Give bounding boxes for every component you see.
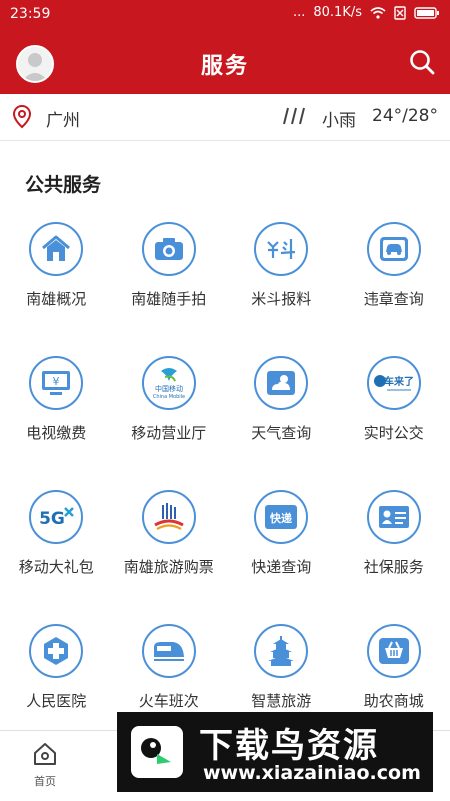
tab-home[interactable]: 首页	[20, 741, 70, 789]
id-card-icon	[367, 490, 421, 544]
watermark-url: www.xiazainiao.com	[203, 762, 421, 784]
service-label: 火车班次	[139, 690, 199, 711]
page-title: 服务	[0, 48, 450, 80]
watermark-title: 下载鸟资源	[199, 718, 379, 767]
camera-icon	[142, 222, 196, 276]
service-label: 助农商城	[364, 690, 424, 711]
service-express-query[interactable]: 快递 快递查询	[225, 490, 338, 624]
service-tourism-tickets[interactable]: 南雄旅游购票	[113, 490, 226, 624]
svg-text:车来了: 车来了	[384, 375, 414, 388]
service-row: ¥ 电视缴费 中国移动 China Mobile 移动营业厅	[0, 356, 450, 490]
weather-icon	[254, 356, 308, 410]
service-label: 电视缴费	[26, 422, 86, 443]
hospital-cross-icon	[29, 624, 83, 678]
service-label: 人民医院	[26, 690, 86, 711]
svg-text:China Mobile: China Mobile	[153, 394, 185, 400]
watermark-banner: 下载鸟资源 www.xiazainiao.com	[117, 712, 433, 792]
bus-icon: 车来了	[367, 356, 421, 410]
service-label: 社保服务	[364, 556, 424, 577]
wifi-icon	[370, 7, 386, 19]
sim-off-icon	[394, 6, 406, 20]
service-row: 5G 移动大礼包 南雄旅游购票 快递	[0, 490, 450, 624]
service-grid: 南雄概况 南雄随手拍 米斗报料	[0, 222, 450, 758]
pagoda-icon	[254, 624, 308, 678]
service-label: 实时公交	[364, 422, 424, 443]
service-social-security[interactable]: 社保服务	[338, 490, 450, 624]
tab-home-label: 首页	[20, 773, 70, 789]
svg-text:中国移动: 中国移动	[155, 384, 183, 393]
service-label: 移动营业厅	[131, 422, 206, 443]
home-icon	[32, 741, 58, 767]
city-label[interactable]: 广州	[46, 106, 80, 131]
express-icon: 快递	[254, 490, 308, 544]
service-label: 南雄概况	[26, 288, 86, 309]
car-icon	[367, 222, 421, 276]
status-bar: 23:59 ... 80.1K/s	[0, 0, 450, 30]
train-icon	[142, 624, 196, 678]
service-label: 南雄旅游购票	[124, 556, 214, 577]
weather-temperature: 24°/28°	[372, 106, 438, 126]
service-nanxiong-overview[interactable]: 南雄概况	[0, 222, 113, 356]
service-snapshot[interactable]: 南雄随手拍	[113, 222, 226, 356]
service-label: 南雄随手拍	[131, 288, 206, 309]
mi-dou-icon	[254, 222, 308, 276]
network-speed: 80.1K/s	[313, 5, 362, 20]
service-mobile-hall[interactable]: 中国移动 China Mobile 移动营业厅	[113, 356, 226, 490]
service-violation-query[interactable]: 违章查询	[338, 222, 450, 356]
app-header: 服务	[0, 30, 450, 94]
battery-icon	[414, 7, 440, 19]
service-label: 智慧旅游	[251, 690, 311, 711]
service-realtime-bus[interactable]: 车来了 实时公交	[338, 356, 450, 490]
status-time: 23:59	[10, 6, 50, 22]
search-icon[interactable]	[408, 48, 436, 76]
service-label: 天气查询	[251, 422, 311, 443]
tv-yen-icon: ¥	[29, 356, 83, 410]
service-label: 米斗报料	[251, 288, 311, 309]
service-mobile-gift[interactable]: 5G 移动大礼包	[0, 490, 113, 624]
weather-condition: 小雨	[322, 106, 356, 131]
bird-logo-icon	[127, 722, 187, 782]
service-label: 违章查询	[364, 288, 424, 309]
service-tv-payment[interactable]: ¥ 电视缴费	[0, 356, 113, 490]
5g-icon: 5G	[29, 490, 83, 544]
house-icon	[29, 222, 83, 276]
section-title: 公共服务	[25, 170, 101, 197]
service-midou-report[interactable]: 米斗报料	[225, 222, 338, 356]
service-row: 南雄概况 南雄随手拍 米斗报料	[0, 222, 450, 356]
rain-icon	[282, 106, 308, 128]
svg-text:5G: 5G	[39, 509, 65, 529]
service-label: 移动大礼包	[19, 556, 94, 577]
svg-text:快递: 快递	[269, 511, 292, 525]
status-indicators: ... 80.1K/s	[293, 5, 440, 20]
china-mobile-icon: 中国移动 China Mobile	[142, 356, 196, 410]
location-pin-icon[interactable]	[12, 105, 32, 129]
ticket-icon	[142, 490, 196, 544]
basket-icon	[367, 624, 421, 678]
svg-text:¥: ¥	[53, 375, 60, 388]
service-weather-query[interactable]: 天气查询	[225, 356, 338, 490]
service-label: 快递查询	[251, 556, 311, 577]
weather-bar: 广州 小雨 24°/28°	[0, 94, 450, 141]
signal-dots: ...	[293, 5, 305, 20]
